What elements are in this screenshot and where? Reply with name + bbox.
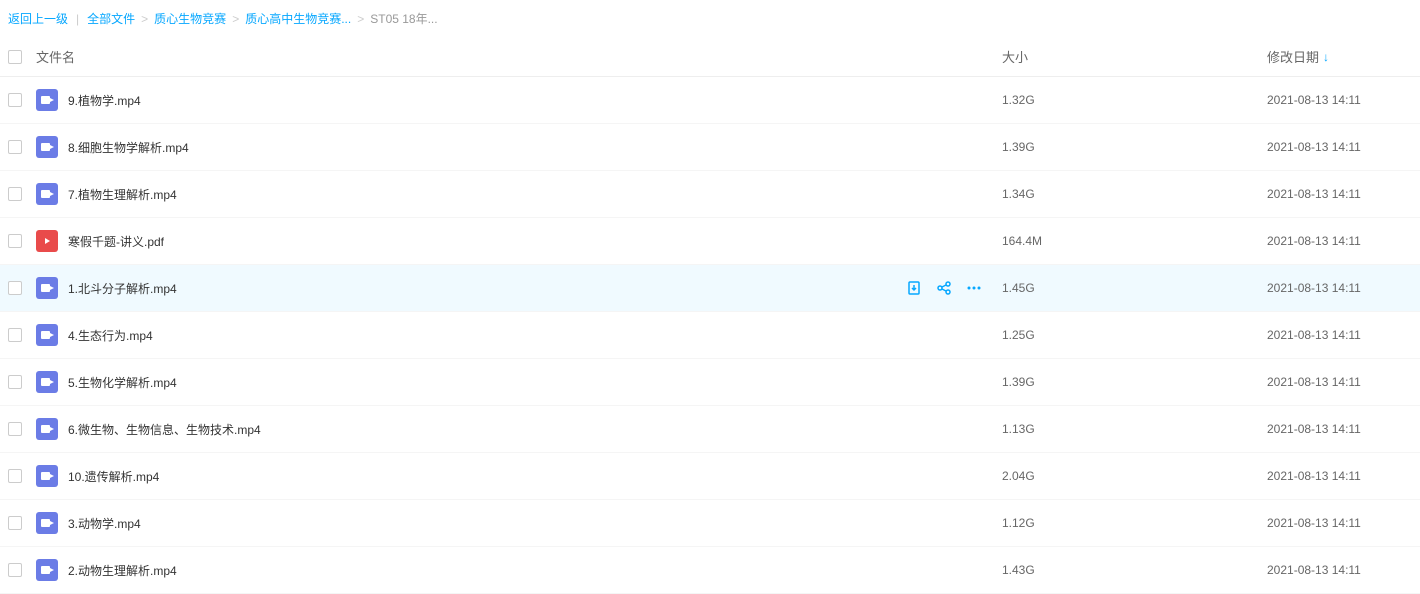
row-checkbox[interactable] [8, 93, 22, 107]
video-file-icon [36, 418, 58, 440]
file-date: 2021-08-13 14:11 [1267, 469, 1412, 483]
share-icon[interactable] [936, 280, 952, 296]
breadcrumb-item-0[interactable]: 全部文件 [87, 10, 135, 27]
column-header-date-label: 修改日期 [1267, 47, 1319, 66]
table-row[interactable]: 6.微生物、生物信息、生物技术.mp4 1.13G2021-08-13 14:11 [0, 406, 1420, 453]
video-file-icon [36, 324, 58, 346]
more-icon[interactable] [966, 280, 982, 296]
table-row[interactable]: 7.植物生理解析.mp4 1.34G2021-08-13 14:11 [0, 171, 1420, 218]
table-row[interactable]: 寒假千题-讲义.pdf 164.4M2021-08-13 14:11 [0, 218, 1420, 265]
file-size: 1.13G [1002, 422, 1267, 436]
video-file-icon [36, 371, 58, 393]
breadcrumb-current: ST05 18年... [370, 10, 437, 27]
row-checkbox[interactable] [8, 375, 22, 389]
file-name[interactable]: 10.遗传解析.mp4 [68, 468, 159, 485]
row-checkbox[interactable] [8, 422, 22, 436]
file-name[interactable]: 3.动物学.mp4 [68, 515, 141, 532]
file-name[interactable]: 5.生物化学解析.mp4 [68, 374, 177, 391]
video-file-icon [36, 89, 58, 111]
video-file-icon [36, 277, 58, 299]
file-size: 1.39G [1002, 375, 1267, 389]
row-checkbox[interactable] [8, 140, 22, 154]
row-checkbox[interactable] [8, 234, 22, 248]
file-date: 2021-08-13 14:11 [1267, 93, 1412, 107]
breadcrumb-divider: | [76, 12, 79, 26]
table-row[interactable]: 9.植物学.mp4 1.32G2021-08-13 14:11 [0, 77, 1420, 124]
sort-arrow-down-icon: ↓ [1323, 50, 1329, 64]
file-date: 2021-08-13 14:11 [1267, 140, 1412, 154]
file-size: 2.04G [1002, 469, 1267, 483]
breadcrumb-sep: > [357, 12, 364, 26]
breadcrumb-item-1[interactable]: 质心生物竞赛 [154, 10, 226, 27]
file-name[interactable]: 9.植物学.mp4 [68, 92, 141, 109]
breadcrumb-item-2[interactable]: 质心高中生物竞赛... [245, 10, 351, 27]
breadcrumb-sep: > [141, 12, 148, 26]
table-row[interactable]: 10.遗传解析.mp4 2.04G2021-08-13 14:11 [0, 453, 1420, 500]
file-date: 2021-08-13 14:11 [1267, 234, 1412, 248]
file-name[interactable]: 2.动物生理解析.mp4 [68, 562, 177, 579]
row-checkbox[interactable] [8, 469, 22, 483]
video-file-icon [36, 559, 58, 581]
table-row[interactable]: 3.动物学.mp4 1.12G2021-08-13 14:11 [0, 500, 1420, 547]
select-all-checkbox[interactable] [8, 50, 22, 64]
row-checkbox[interactable] [8, 187, 22, 201]
video-file-icon [36, 136, 58, 158]
row-checkbox[interactable] [8, 281, 22, 295]
file-name[interactable]: 6.微生物、生物信息、生物技术.mp4 [68, 421, 261, 438]
file-date: 2021-08-13 14:11 [1267, 281, 1412, 295]
file-size: 1.39G [1002, 140, 1267, 154]
table-row[interactable]: 1.北斗分子解析.mp4 1.45G2021-08-13 14:11 [0, 265, 1420, 312]
breadcrumb-sep: > [232, 12, 239, 26]
column-header-name[interactable]: 文件名 [36, 47, 1002, 66]
file-name[interactable]: 1.北斗分子解析.mp4 [68, 280, 177, 297]
file-date: 2021-08-13 14:11 [1267, 375, 1412, 389]
file-size: 1.43G [1002, 563, 1267, 577]
column-header-date[interactable]: 修改日期 ↓ [1267, 47, 1412, 66]
video-file-icon [36, 465, 58, 487]
file-size: 1.32G [1002, 93, 1267, 107]
video-file-icon [36, 183, 58, 205]
file-date: 2021-08-13 14:11 [1267, 422, 1412, 436]
row-checkbox[interactable] [8, 328, 22, 342]
row-checkbox[interactable] [8, 516, 22, 530]
download-icon[interactable] [906, 280, 922, 296]
breadcrumb: 返回上一级 | 全部文件 > 质心生物竞赛 > 质心高中生物竞赛... > ST… [0, 0, 1420, 37]
file-date: 2021-08-13 14:11 [1267, 328, 1412, 342]
file-size: 164.4M [1002, 234, 1267, 248]
file-list: 9.植物学.mp41.32G2021-08-13 14:118.细胞生物学解析.… [0, 77, 1420, 594]
file-name[interactable]: 4.生态行为.mp4 [68, 327, 153, 344]
file-name[interactable]: 寒假千题-讲义.pdf [68, 233, 164, 250]
file-size: 1.45G [1002, 281, 1267, 295]
row-actions [906, 280, 982, 296]
table-row[interactable]: 5.生物化学解析.mp4 1.39G2021-08-13 14:11 [0, 359, 1420, 406]
column-header-size[interactable]: 大小 [1002, 47, 1267, 66]
file-date: 2021-08-13 14:11 [1267, 563, 1412, 577]
file-name[interactable]: 7.植物生理解析.mp4 [68, 186, 177, 203]
file-size: 1.25G [1002, 328, 1267, 342]
breadcrumb-back[interactable]: 返回上一级 [8, 10, 68, 27]
pdf-file-icon [36, 230, 58, 252]
file-name[interactable]: 8.细胞生物学解析.mp4 [68, 139, 189, 156]
table-row[interactable]: 2.动物生理解析.mp4 1.43G2021-08-13 14:11 [0, 547, 1420, 594]
table-header: 文件名 大小 修改日期 ↓ [0, 37, 1420, 77]
file-size: 1.12G [1002, 516, 1267, 530]
table-row[interactable]: 4.生态行为.mp4 1.25G2021-08-13 14:11 [0, 312, 1420, 359]
table-row[interactable]: 8.细胞生物学解析.mp4 1.39G2021-08-13 14:11 [0, 124, 1420, 171]
video-file-icon [36, 512, 58, 534]
row-checkbox[interactable] [8, 563, 22, 577]
file-date: 2021-08-13 14:11 [1267, 187, 1412, 201]
file-date: 2021-08-13 14:11 [1267, 516, 1412, 530]
file-size: 1.34G [1002, 187, 1267, 201]
